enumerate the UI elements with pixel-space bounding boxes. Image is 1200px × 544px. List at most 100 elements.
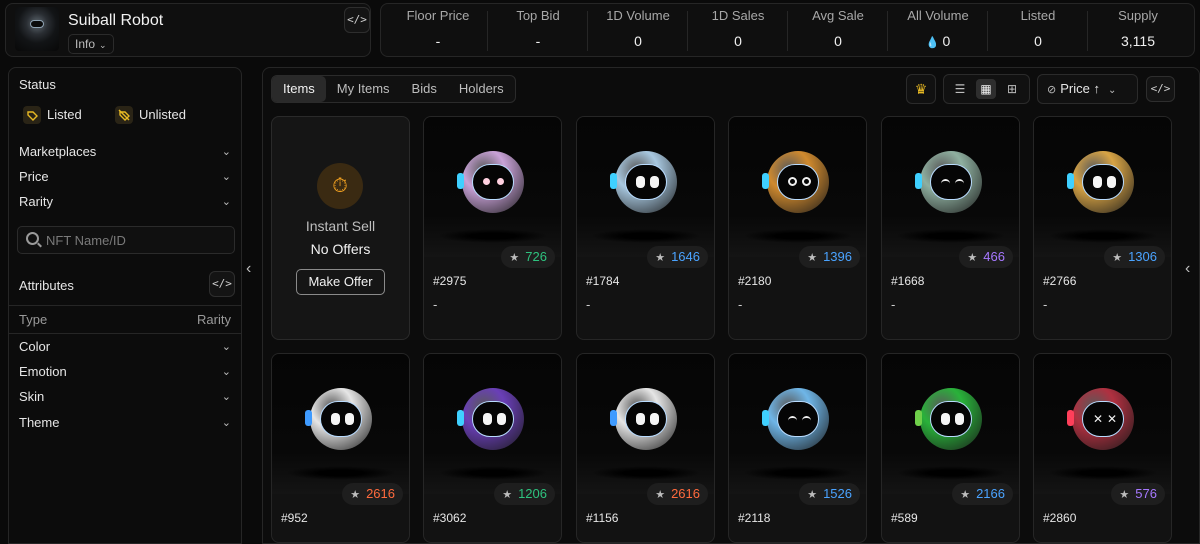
rarity-rank: 726 xyxy=(525,249,547,264)
nft-id: #2766 xyxy=(1043,274,1077,288)
nft-price: - xyxy=(433,297,438,312)
nft-card[interactable]: ★ 1206 #3062 xyxy=(423,353,562,543)
rarity-rank: 576 xyxy=(1135,486,1157,501)
nft-image xyxy=(424,117,561,257)
status-listed[interactable]: Listed xyxy=(23,104,82,126)
sort-dropdown[interactable]: ⊘ Price ↑ ⌄ xyxy=(1037,74,1138,104)
star-icon: ★ xyxy=(960,489,971,501)
rarity-rank-badge: ★ 2616 xyxy=(342,483,403,505)
nft-card[interactable]: ★ 1306 #2766 - xyxy=(1033,116,1172,340)
attribute-label: Color xyxy=(19,339,51,354)
collapse-sidebar-icon[interactable]: ‹ xyxy=(246,260,251,278)
nft-price: - xyxy=(586,297,591,312)
nft-card[interactable]: ★ 2616 #1156 xyxy=(576,353,715,543)
star-icon: ★ xyxy=(509,252,520,264)
tab-bids[interactable]: Bids xyxy=(401,76,448,102)
star-icon: ★ xyxy=(350,489,361,501)
collection-header: Suiball Robot Info ⌄ </> Floor Price - Top… xyxy=(0,0,1200,64)
rarity-rank: 1396 xyxy=(823,249,852,264)
attribute-emotion[interactable]: Emotion ⌄ xyxy=(9,361,241,383)
nft-id: #3062 xyxy=(433,511,467,525)
nft-card[interactable]: ★ 1396 #2180 - xyxy=(728,116,867,340)
nft-id: #2860 xyxy=(1043,511,1077,525)
nft-card[interactable]: ★ 726 #2975 - xyxy=(423,116,562,340)
attribute-label: Skin xyxy=(19,389,45,404)
star-icon: ★ xyxy=(655,252,666,264)
tab-holders[interactable]: Holders xyxy=(448,76,515,102)
rarity-rank-badge: ★ 466 xyxy=(959,246,1013,268)
info-dropdown[interactable]: Info ⌄ xyxy=(68,34,114,54)
items-panel: Items My Items Bids Holders ♛ ☰ ▦ ⊞ ⊘ Pri… xyxy=(262,67,1200,544)
rarity-rank: 1526 xyxy=(823,486,852,501)
attributes-table-header: Type Rarity xyxy=(19,312,231,327)
chevron-down-icon: ⌄ xyxy=(221,366,231,378)
item-tabs: Items My Items Bids Holders xyxy=(271,75,516,103)
list-view-icon[interactable]: ☰ xyxy=(950,79,970,99)
nft-image xyxy=(1034,117,1171,257)
collection-title: Suiball Robot xyxy=(68,12,164,29)
stat-value: 3,115 xyxy=(1121,33,1155,49)
rarity-rank: 2166 xyxy=(976,486,1005,501)
rarity-rank: 1306 xyxy=(1128,249,1157,264)
stat-value: 0 xyxy=(634,33,642,49)
grid-small-view-icon[interactable]: ▦ xyxy=(976,79,996,99)
stat-value-text: 0 xyxy=(942,33,951,49)
nft-card[interactable]: ★ 2166 #589 xyxy=(881,353,1020,543)
filter-marketplaces[interactable]: Marketplaces ⌄ xyxy=(9,141,241,163)
attribute-theme[interactable]: Theme ⌄ xyxy=(9,412,241,434)
tab-my-items[interactable]: My Items xyxy=(326,76,401,102)
code-icon: </> xyxy=(212,277,232,290)
attributes-title: Attributes xyxy=(19,278,74,293)
nft-card[interactable]: ★ 2616 #952 xyxy=(271,353,410,543)
stat-value: - xyxy=(535,33,541,49)
rarity-rank-badge: ★ 726 xyxy=(501,246,555,268)
robot-ball-icon xyxy=(762,151,829,213)
stat-1d-volume: 1D Volume 0 xyxy=(588,4,688,56)
attribute-skin[interactable]: Skin ⌄ xyxy=(9,386,241,408)
star-icon: ★ xyxy=(807,489,818,501)
status-unlisted[interactable]: Unlisted xyxy=(115,104,186,126)
stat-label: Listed xyxy=(1020,8,1056,23)
expand-panel-icon[interactable]: ‹ xyxy=(1185,260,1190,278)
star-icon: ★ xyxy=(967,252,978,264)
stat-value: 0 xyxy=(734,33,742,49)
nft-id: #1668 xyxy=(891,274,925,288)
make-offer-button[interactable]: Make Offer xyxy=(296,269,385,295)
filter-label: Price xyxy=(19,169,49,184)
embed-code-button[interactable]: </> xyxy=(1146,76,1175,102)
view-toggle: ☰ ▦ ⊞ xyxy=(943,74,1030,104)
filter-rarity[interactable]: Rarity ⌄ xyxy=(9,191,241,213)
rarity-rank-badge: ★ 1396 xyxy=(799,246,860,268)
embed-code-button[interactable]: </> xyxy=(344,7,370,33)
nft-image xyxy=(882,354,1019,494)
star-icon: ★ xyxy=(807,252,818,264)
chevron-down-icon: ⌄ xyxy=(221,171,231,183)
tab-items[interactable]: Items xyxy=(272,76,326,102)
stat-floor-price: Floor Price - xyxy=(388,4,488,56)
sort-label: Price ↑ xyxy=(1060,81,1100,96)
crown-button[interactable]: ♛ xyxy=(906,74,936,104)
instant-sell-subtitle: No Offers xyxy=(310,241,371,257)
stat-label: All Volume xyxy=(907,8,969,23)
nft-card[interactable]: ★ 466 #1668 - xyxy=(881,116,1020,340)
rarity-rank-badge: ★ 1646 xyxy=(647,246,708,268)
nft-image xyxy=(882,117,1019,257)
nft-search-input[interactable] xyxy=(46,227,231,253)
nft-image xyxy=(577,117,714,257)
attribute-label: Theme xyxy=(19,415,60,430)
nft-card[interactable]: ✕ ✕ ★ 576 #2860 xyxy=(1033,353,1172,543)
attribute-color[interactable]: Color ⌄ xyxy=(9,336,241,358)
nft-card[interactable]: ★ 1526 #2118 xyxy=(728,353,867,543)
nft-card[interactable]: ★ 1646 #1784 - xyxy=(576,116,715,340)
filter-price[interactable]: Price ⌄ xyxy=(9,166,241,188)
attributes-code-button[interactable]: </> xyxy=(209,271,235,297)
code-icon: </> xyxy=(347,13,367,26)
star-icon: ★ xyxy=(1119,489,1130,501)
stat-value: 💧 0 xyxy=(888,33,988,49)
crown-icon: ♛ xyxy=(914,81,928,97)
rarity-rank: 2616 xyxy=(366,486,395,501)
robot-ball-icon xyxy=(305,388,372,450)
grid-large-view-icon[interactable]: ⊞ xyxy=(1002,79,1022,99)
status-label: Unlisted xyxy=(139,107,186,122)
type-header: Type xyxy=(19,312,48,327)
